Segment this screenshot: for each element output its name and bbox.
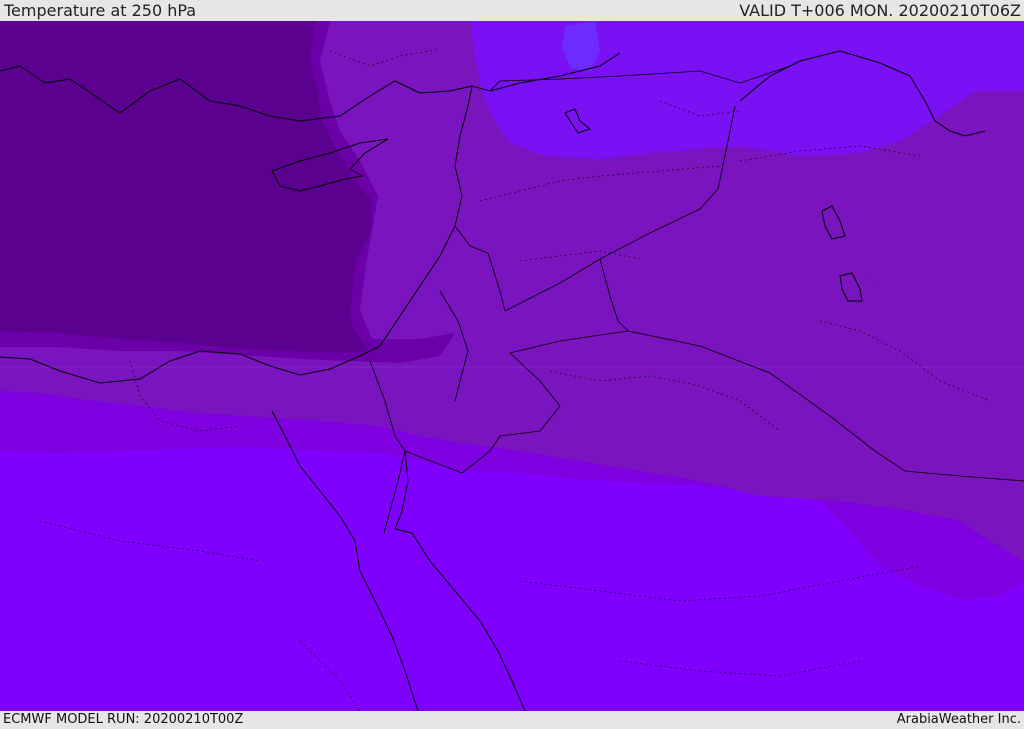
map-title: Temperature at 250 hPa [4,1,197,20]
credit: ArabiaWeather Inc. [896,712,1021,727]
footer-bar: ECMWF MODEL RUN: 20200210T00Z ArabiaWeat… [0,711,1024,729]
map-canvas[interactable] [0,21,1024,711]
model-run: ECMWF MODEL RUN: 20200210T00Z [3,712,244,727]
map-viewer: Temperature at 250 hPa VALID T+006 MON. … [0,0,1024,729]
temperature-map[interactable] [0,21,1024,711]
valid-time: VALID T+006 MON. 20200210T06Z [739,1,1021,20]
title-bar: Temperature at 250 hPa VALID T+006 MON. … [0,0,1024,21]
